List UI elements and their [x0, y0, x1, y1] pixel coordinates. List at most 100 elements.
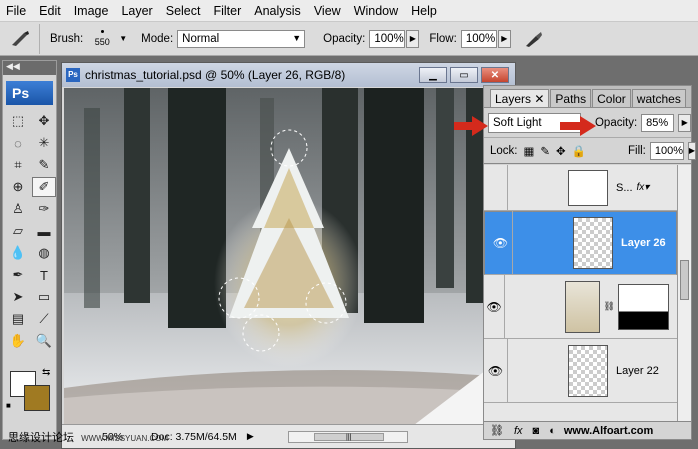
fill-slider-button[interactable]: ▶ [687, 141, 697, 160]
menu-file[interactable]: File [6, 4, 26, 18]
layer-opacity-slider-button[interactable]: ▶ [678, 113, 691, 132]
layers-vertical-scrollbar[interactable] [677, 165, 691, 423]
type-tool-icon[interactable]: T [32, 265, 56, 285]
eraser-tool-icon[interactable]: ▱ [6, 221, 30, 241]
notes-tool-icon[interactable]: ▤ [6, 309, 30, 329]
watermark-text: 思缘设计论坛 [8, 432, 74, 444]
marquee-tool-icon[interactable]: ⬚ [6, 111, 30, 131]
flow-input[interactable]: 100% [460, 29, 497, 48]
lock-position-icon[interactable]: ✥ [556, 144, 566, 158]
flow-label: Flow: [429, 32, 457, 45]
layer-name: S... [616, 181, 633, 194]
layer-row[interactable]: 👁 ⛓ [484, 274, 677, 339]
chain-link-icon[interactable]: ⛓ [603, 301, 614, 312]
default-colors-icon[interactable]: ■ [6, 401, 11, 410]
menu-view[interactable]: View [314, 4, 341, 18]
document-title-bar[interactable]: Ps christmas_tutorial.psd @ 50% (Layer 2… [62, 63, 515, 87]
minimize-button[interactable]: ▁ [419, 67, 447, 83]
menu-help[interactable]: Help [411, 4, 437, 18]
eye-icon: 👁 [492, 236, 509, 250]
canvas[interactable] [64, 88, 515, 425]
layer-name: Layer 22 [616, 364, 659, 377]
tool-preset-picker[interactable] [0, 23, 40, 54]
adjustment-layer-icon[interactable]: ◐ [549, 425, 556, 437]
opacity-slider-button[interactable]: ▶ [406, 29, 420, 48]
layer-mask-thumbnail[interactable] [617, 283, 669, 330]
visibility-toggle[interactable]: 👁 [484, 338, 508, 403]
crop-tool-icon[interactable]: ⌗ [6, 155, 30, 175]
menu-edit[interactable]: Edit [39, 4, 61, 18]
healing-brush-tool-icon[interactable]: ⊕ [6, 177, 30, 197]
airbrush-toggle[interactable] [521, 27, 547, 51]
maximize-button[interactable]: ▭ [450, 67, 478, 83]
mode-select[interactable]: Normal ▼ [177, 29, 306, 48]
layer-opacity-input[interactable]: 85% [641, 113, 675, 132]
brush-dropdown-arrow-icon[interactable]: ▼ [119, 34, 127, 43]
blur-tool-icon[interactable]: 💧 [6, 243, 30, 263]
layer-row[interactable]: 👁 Layer 22 [484, 338, 677, 403]
gradient-tool-icon[interactable]: ▬ [32, 221, 56, 241]
visibility-toggle[interactable]: 👁 [484, 274, 506, 339]
zoom-tool-icon[interactable]: 🔍 [32, 331, 56, 351]
flow-slider-button[interactable]: ▶ [497, 29, 511, 48]
scrollbar-thumb[interactable]: ||| [313, 432, 384, 441]
hand-tool-icon[interactable]: ✋ [6, 331, 30, 351]
mode-label: Mode: [141, 32, 174, 45]
menu-image[interactable]: Image [74, 4, 109, 18]
swap-colors-icon[interactable]: ⇆ [42, 367, 50, 378]
lasso-tool-icon[interactable]: ◌ [6, 133, 30, 153]
link-layers-icon[interactable]: ⛓ [490, 424, 504, 437]
brush-size: 550 [94, 37, 110, 47]
lock-image-icon[interactable]: ✎ [540, 144, 550, 158]
pen-tool-icon[interactable]: ✒ [6, 265, 30, 285]
lock-label: Lock: [490, 144, 518, 157]
brush-tool-icon[interactable]: ✐ [32, 177, 56, 197]
brush-preset-picker[interactable]: 550 [87, 24, 117, 54]
add-layer-style-icon[interactable]: fx [514, 425, 523, 437]
opacity-input[interactable]: 100% [369, 29, 406, 48]
dodge-tool-icon[interactable]: ◍ [32, 243, 56, 263]
visibility-toggle[interactable]: 👁 [489, 211, 513, 275]
watermark-site: WWW.MISSYUAN.COM [81, 434, 169, 443]
ps-document-icon: Ps [66, 68, 80, 82]
shape-tool-icon[interactable]: ▭ [32, 287, 56, 307]
layer-thumbnail [565, 280, 601, 333]
menu-window[interactable]: Window [354, 4, 398, 18]
tab-paths[interactable]: Paths [550, 89, 592, 107]
scrollbar-thumb[interactable] [680, 260, 689, 300]
close-button[interactable]: ✕ [481, 67, 509, 83]
layer-row[interactable]: 👁 Layer 26 [484, 211, 677, 275]
layers-list: S... fx▾ 👁 Layer 26 👁 ⛓ 👁 Layer 22 [484, 165, 677, 423]
layer-row[interactable]: S... fx▾ [484, 165, 677, 211]
clone-stamp-tool-icon[interactable]: ♙ [6, 199, 30, 219]
menu-select[interactable]: Select [166, 4, 201, 18]
airbrush-icon [525, 31, 542, 47]
magic-wand-tool-icon[interactable]: ✳ [32, 133, 56, 153]
menu-filter[interactable]: Filter [213, 4, 241, 18]
layer-thumbnail [573, 217, 613, 269]
eyedropper-sampler-tool-icon[interactable]: ⟋ [32, 309, 56, 329]
tab-color[interactable]: Color [592, 89, 631, 107]
toolbox-collapse-bar[interactable]: ◀◀ [3, 61, 56, 75]
history-brush-tool-icon[interactable]: ✑ [32, 199, 56, 219]
eyedropper-tool-icon[interactable]: ✎ [32, 155, 56, 175]
add-mask-icon[interactable]: ◙ [533, 425, 540, 437]
lock-transparent-icon[interactable]: ▦ [524, 144, 535, 158]
brush-label: Brush: [50, 32, 84, 45]
background-color-swatch[interactable] [24, 385, 50, 411]
menu-analysis[interactable]: Analysis [254, 4, 301, 18]
forest-scene-image [64, 88, 515, 425]
fill-input[interactable]: 100% [649, 141, 684, 160]
red-arrow-blend-icon [454, 116, 488, 136]
tab-swatches[interactable]: watches [631, 89, 686, 107]
layer-effects-icon[interactable]: fx▾ [637, 182, 650, 193]
opacity-label: Opacity: [323, 32, 366, 45]
tab-layers[interactable]: Layers ✕ [490, 89, 550, 107]
move-tool-icon[interactable]: ✥ [32, 111, 56, 131]
menu-layer[interactable]: Layer [121, 4, 152, 18]
horizontal-scrollbar[interactable]: ||| [287, 430, 408, 443]
path-selection-tool-icon[interactable]: ➤ [6, 287, 30, 307]
status-menu-arrow-icon[interactable]: ▶ [247, 431, 254, 442]
visibility-toggle[interactable] [484, 165, 508, 211]
lock-all-icon[interactable]: 🔒 [572, 144, 586, 158]
